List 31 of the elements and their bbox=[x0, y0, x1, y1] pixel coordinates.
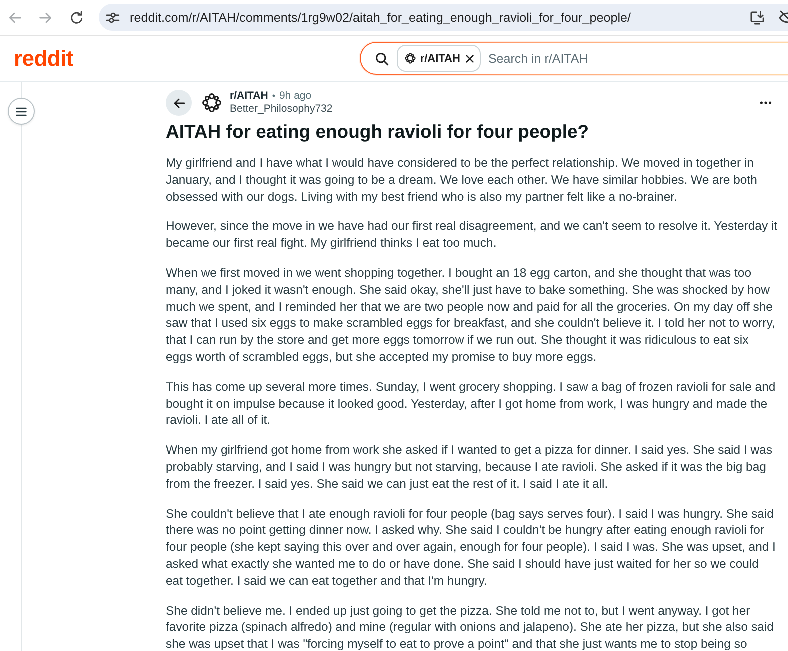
post-paragraph: This has come up several more times. Sunday, I went grocery shopping. I saw a bag of frozen ravioli for sale and bought it on impulse because it looked good. Yesterday, after I got home from work, I was hungry and made the ravioli. I ate all of it. bbox=[166, 378, 777, 430]
back-arrow-icon bbox=[172, 96, 186, 110]
post-paragraph: She couldn't believe that I ate enough ravioli for four people (bag says serves four). I said I was hungry. She said there was no point getting dinner now. I asked why. She said I couldn't be hungry after eating enough ravioli for four people (she kept saying this over and over again, enough for four people). I said I was. She was upset, and I asked what exactly she wanted me to do or have done. She said I should have just waited for her so we could eat together. I said we can eat together and that I'm hungry. bbox=[166, 506, 777, 590]
more-options-icon[interactable] bbox=[760, 101, 772, 105]
subreddit-filter-chip[interactable]: r/AITAH bbox=[397, 45, 482, 72]
search-icon bbox=[375, 52, 390, 66]
install-app-icon[interactable] bbox=[750, 10, 765, 24]
post-title: AITAH for eating enough ravioli for four people? bbox=[166, 121, 590, 143]
eye-slash-icon[interactable] bbox=[779, 10, 788, 26]
site-settings-icon[interactable] bbox=[106, 12, 120, 24]
url-text: reddit.com/r/AITAH/comments/1rg9w02/aitah_for_eating_enough_ravioli_for_four_people/ bbox=[130, 10, 632, 24]
close-icon[interactable] bbox=[466, 54, 474, 62]
chip-label: r/AITAH bbox=[420, 52, 460, 64]
search-field[interactable]: r/AITAH Search in r/AITAH bbox=[360, 42, 788, 75]
subreddit-link[interactable]: r/AITAH bbox=[230, 90, 268, 103]
menu-icon bbox=[16, 106, 27, 116]
bead-ring-icon bbox=[405, 53, 416, 64]
back-button[interactable] bbox=[166, 90, 192, 116]
address-bar[interactable]: reddit.com/r/AITAH/comments/1rg9w02/aitah_for_eating_enough_ravioli_for_four_people/ bbox=[99, 4, 788, 31]
post-paragraph: When we first moved in we went shopping together. I bought an 18 egg carton, and she thought that was too many, and I joked it wasn't enough. She said okay, she'll just have to bake something. She was shocked by how much we spent, and I reminded her that we are two people now and paid for all the groceries. On my day off she saw that I used six eggs to make scrambled eggs for breakfast, and she couldn't believe it. I told her not to worry, that I can run by the store and get more eggs tomorrow if we run out. She thought it was ridiculous to eat six eggs worth of scrambled eggs, but she accepted my promise to buy more eggs. bbox=[166, 264, 776, 366]
post-paragraph: My girlfriend and I have what I would have considered to be the perfect relationship. We moved in together in January, and I thought it was going to be a dream. We love each other. We have similar hobbies. We are both obsessed with our dogs. Living with my best friend who is also my partner felt like a no-brainer. bbox=[166, 155, 758, 206]
post-paragraph: She didn't believe me. I ended up just going to get the pizza. She told me not to, but I went anyway. I got her favorite pizza (spinach alfredo) and mine (regular with onions and jalapeno). She ate her pizza, but she also said she was upset that I was "forcing myself to eat to prove a point" and that she just wants me to stop being so bbox=[166, 602, 775, 651]
post-age: 9h ago bbox=[279, 90, 312, 103]
separator-dot: • bbox=[272, 90, 276, 103]
search-input[interactable]: Search in r/AITAH bbox=[488, 52, 788, 66]
author-link[interactable]: Better_Philosophy732 bbox=[230, 103, 333, 116]
menu-button[interactable] bbox=[8, 98, 35, 125]
reload-icon[interactable] bbox=[70, 10, 84, 24]
bead-ring-icon[interactable] bbox=[202, 93, 222, 113]
post-paragraph: However, since the move in we have had our first real disagreement, and we can't seem to resolve it. Yesterday it became our first real fight. My girlfriend thinks I eat too much. bbox=[166, 218, 778, 252]
post-paragraph: When my girlfriend got home from work she asked if I wanted to get a pizza for dinner. I said yes. She said I was probably starving, and I said I was hungry but not starving, because I ate ravioli. She asked if it was the big bag from the freezer. I said yes. She said we can just eat the rest of it. I said I ate it all. bbox=[166, 442, 774, 493]
